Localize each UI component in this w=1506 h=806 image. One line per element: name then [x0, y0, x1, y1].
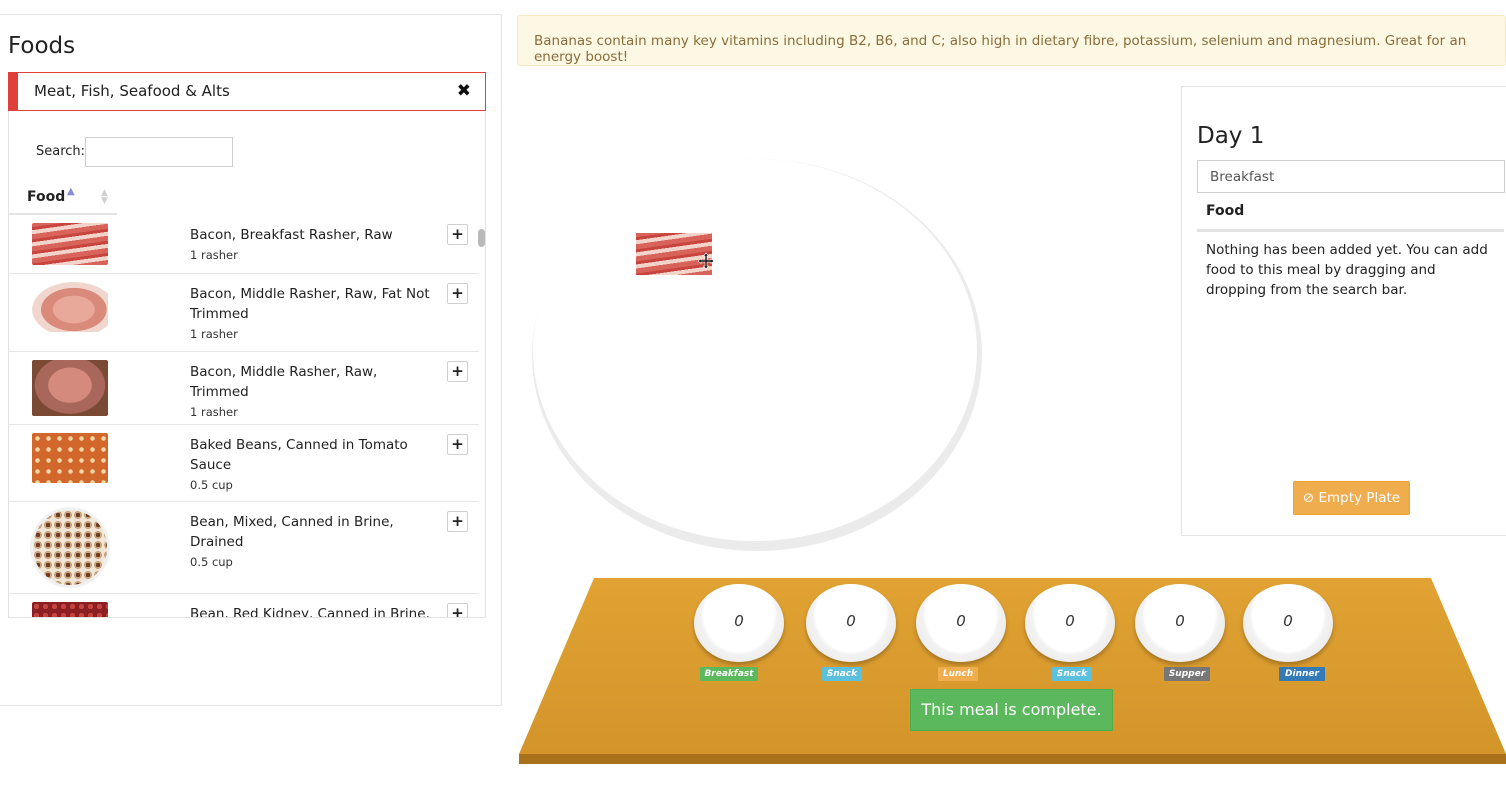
day-food-column-header: Food — [1197, 194, 1504, 232]
add-food-button[interactable]: + — [447, 361, 468, 382]
food-row[interactable]: Bacon, Breakfast Rasher, Raw 1 rasher + — [9, 215, 479, 274]
food-row[interactable]: Baked Beans, Canned in Tomato Sauce 0.5 … — [9, 425, 479, 502]
lunch-tag[interactable]: Lunch — [938, 667, 978, 681]
food-portion: 0.5 cup — [190, 555, 233, 569]
kidney-beans-thumbnail[interactable] — [32, 602, 108, 617]
food-row[interactable]: Bean, Red Kidney, Canned in Brine, + — [9, 594, 479, 618]
food-name-text: Bean, Mixed, Canned in Brine, Drained — [190, 514, 394, 550]
bacon-trimmed-thumbnail[interactable] — [32, 360, 108, 416]
food-name-text: Bacon, Middle Rasher, Raw, Fat Not Trimm… — [190, 286, 430, 322]
add-food-button[interactable]: + — [447, 283, 468, 304]
supper-plate[interactable]: 0 — [1135, 584, 1225, 662]
food-portion: 0.5 cup — [190, 478, 233, 492]
dinner-count: 0 — [1283, 612, 1293, 630]
snack-tag-2[interactable]: Snack — [1052, 667, 1092, 681]
bacon-middle-thumbnail[interactable] — [32, 282, 108, 332]
food-list: Bacon, Breakfast Rasher, Raw 1 rasher + … — [9, 215, 479, 618]
food-table: Search: Food ▲ ▲ ▼ Bacon, Breakfast Rashe… — [8, 111, 486, 618]
food-row[interactable]: Bacon, Middle Rasher, Raw, Trimmed 1 ras… — [9, 352, 479, 425]
snack-plate-2[interactable]: 0 — [1025, 584, 1115, 662]
snack-plate[interactable]: 0 — [806, 584, 896, 662]
close-icon[interactable]: ✖ — [457, 73, 471, 110]
food-portion: 1 rasher — [190, 405, 238, 419]
food-name: Baked Beans, Canned in Tomato Sauce 0.5 … — [190, 435, 436, 493]
meal-select[interactable]: Breakfast — [1197, 160, 1505, 193]
food-name: Bacon, Middle Rasher, Raw, Fat Not Trimm… — [190, 284, 436, 342]
sort-both-icon: ▲ ▼ — [101, 188, 108, 206]
breakfast-count: 0 — [734, 612, 744, 630]
list-scrollbar[interactable] — [478, 229, 485, 247]
supper-tag[interactable]: Supper — [1164, 667, 1210, 681]
food-name-text: Baked Beans, Canned in Tomato Sauce — [190, 437, 408, 473]
tip-banner: Bananas contain many key vitamins includ… — [517, 15, 1506, 66]
foods-panel: Foods Meat, Fish, Seafood & Alts ✖ Searc… — [0, 14, 502, 706]
plate-surface — [533, 159, 977, 541]
add-food-button[interactable]: + — [447, 511, 468, 532]
category-filter[interactable]: Meat, Fish, Seafood & Alts ✖ — [8, 72, 486, 111]
empty-plate-button[interactable]: ⊘ Empty Plate — [1293, 481, 1410, 515]
food-name: Bacon, Middle Rasher, Raw, Trimmed 1 ras… — [190, 362, 436, 420]
mixed-beans-thumbnail[interactable] — [33, 510, 107, 585]
food-column-label: Food — [27, 189, 66, 205]
bacon-rasher-thumbnail[interactable] — [32, 223, 108, 265]
meal-tray — [519, 578, 1506, 764]
food-name: Bean, Mixed, Canned in Brine, Drained 0.… — [190, 512, 436, 570]
food-name: Bean, Red Kidney, Canned in Brine, — [190, 604, 436, 618]
sort-ascending-icon: ▲ — [67, 186, 75, 197]
lunch-plate[interactable]: 0 — [916, 584, 1006, 662]
search-label: Search: — [36, 144, 86, 159]
dinner-plate[interactable]: 0 — [1243, 584, 1333, 662]
dinner-tag[interactable]: Dinner — [1279, 667, 1325, 681]
day-panel: Day 1 Breakfast Food Nothing has been ad… — [1181, 86, 1506, 536]
add-food-button[interactable]: + — [447, 603, 468, 617]
food-portion: 1 rasher — [190, 327, 238, 341]
foods-title: Foods — [8, 33, 76, 59]
breakfast-tag[interactable]: Breakfast — [700, 667, 758, 681]
snack-count-2: 0 — [1065, 612, 1075, 630]
add-food-button[interactable]: + — [447, 224, 468, 245]
tip-text: Bananas contain many key vitamins includ… — [534, 33, 1467, 65]
food-name: Bacon, Breakfast Rasher, Raw 1 rasher — [190, 225, 436, 263]
food-row[interactable]: Bacon, Middle Rasher, Raw, Fat Not Trimm… — [9, 274, 479, 352]
meal-complete-button[interactable]: This meal is complete. — [910, 689, 1113, 731]
supper-count: 0 — [1175, 612, 1185, 630]
food-row[interactable]: Bean, Mixed, Canned in Brine, Drained 0.… — [9, 502, 479, 594]
food-name-text: Bean, Red Kidney, Canned in Brine, — [190, 606, 430, 618]
tray-edge — [519, 754, 1506, 764]
empty-meal-message: Nothing has been added yet. You can add … — [1206, 242, 1488, 298]
breakfast-plate[interactable]: 0 — [694, 584, 784, 662]
food-name-text: Bacon, Middle Rasher, Raw, Trimmed — [190, 364, 378, 400]
baked-beans-thumbnail[interactable] — [32, 433, 108, 483]
snack-tag[interactable]: Snack — [822, 667, 862, 681]
food-column-header[interactable]: Food ▲ ▲ ▼ — [9, 181, 117, 215]
lunch-count: 0 — [956, 612, 966, 630]
plate-drop-zone[interactable] — [531, 158, 983, 552]
add-food-button[interactable]: + — [447, 434, 468, 455]
food-name-text: Bacon, Breakfast Rasher, Raw — [190, 227, 393, 243]
day-title: Day 1 — [1197, 123, 1265, 149]
snack-count: 0 — [846, 612, 856, 630]
category-label: Meat, Fish, Seafood & Alts — [34, 82, 230, 100]
food-portion: 1 rasher — [190, 248, 238, 262]
search-input[interactable] — [85, 137, 233, 167]
move-cursor-icon — [697, 252, 715, 270]
